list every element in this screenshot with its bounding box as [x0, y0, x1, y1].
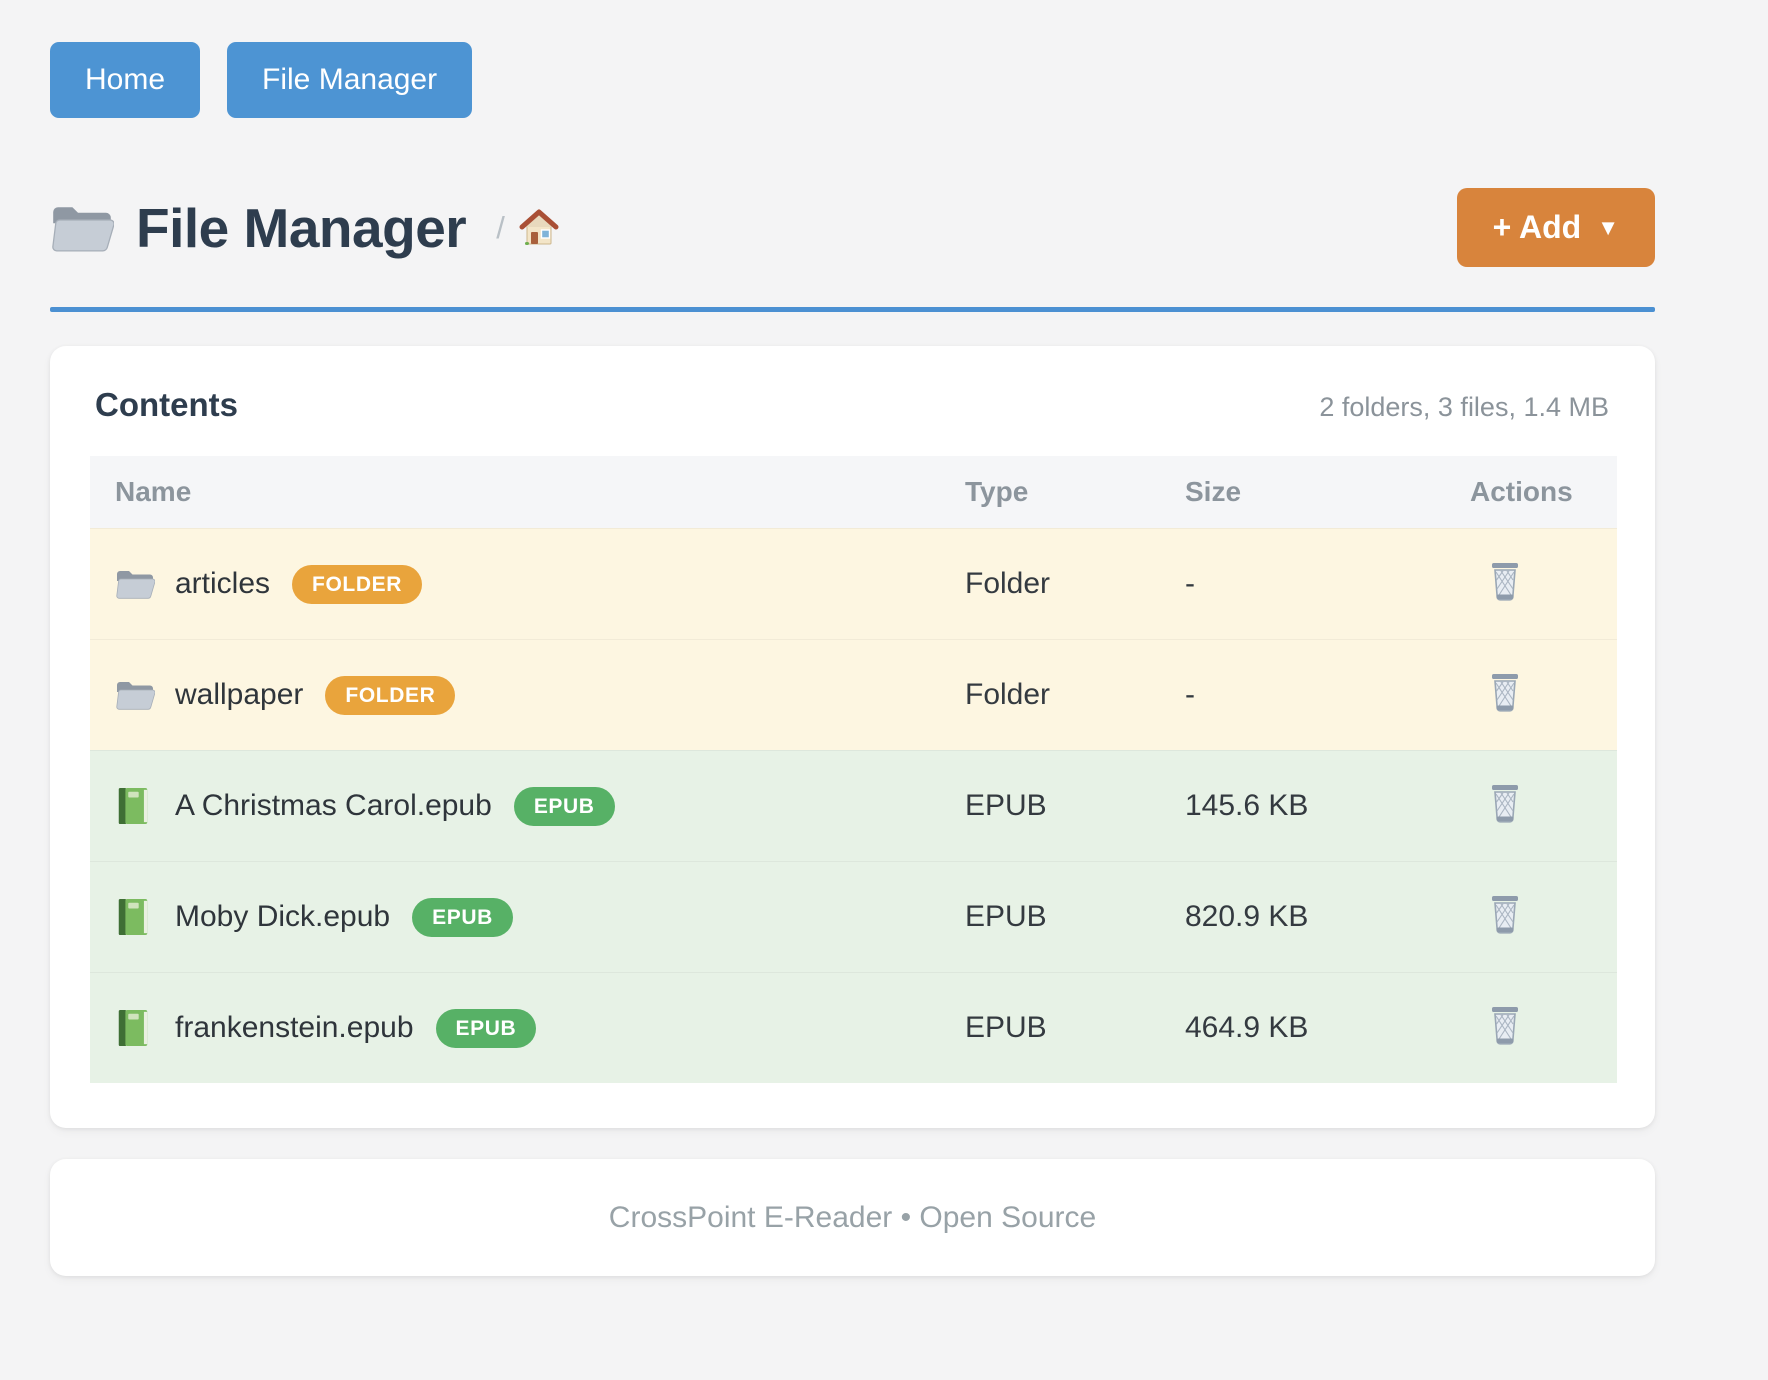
contents-card: Contents 2 folders, 3 files, 1.4 MB Name…: [50, 346, 1655, 1128]
book-icon: [115, 787, 155, 825]
file-type: EPUB: [965, 900, 1185, 934]
file-name: articles: [175, 567, 270, 601]
file-type: Folder: [965, 678, 1185, 712]
table-row[interactable]: frankenstein.epub EPUB EPUB 464.9 KB: [90, 972, 1617, 1083]
nav-file-manager-button[interactable]: File Manager: [227, 42, 472, 118]
file-type: EPUB: [965, 1011, 1185, 1045]
column-header-name: Name: [90, 476, 965, 508]
file-size: -: [1185, 567, 1470, 601]
file-name: frankenstein.epub: [175, 1011, 414, 1045]
file-type-badge: EPUB: [436, 1009, 537, 1048]
breadcrumb: /: [496, 208, 559, 248]
file-name: Moby Dick.epub: [175, 900, 390, 934]
breadcrumb-separator: /: [496, 210, 505, 246]
folder-icon: [115, 676, 155, 714]
wastebasket-icon: [1486, 894, 1524, 936]
wastebasket-icon: [1486, 672, 1524, 714]
page: Home File Manager File Manager / + Add ▼…: [50, 0, 1655, 1276]
delete-button[interactable]: [1482, 779, 1528, 829]
book-icon: [115, 898, 155, 936]
delete-button[interactable]: [1482, 668, 1528, 718]
file-type-badge: EPUB: [412, 898, 513, 937]
chevron-down-icon: ▼: [1597, 215, 1619, 241]
file-type-badge: EPUB: [514, 787, 615, 826]
file-type: Folder: [965, 567, 1185, 601]
add-button[interactable]: + Add ▼: [1457, 188, 1655, 267]
footer-text: CrossPoint E-Reader • Open Source: [609, 1201, 1096, 1235]
top-nav: Home File Manager: [50, 0, 1655, 118]
file-name: wallpaper: [175, 678, 303, 712]
add-button-label: + Add: [1493, 209, 1582, 246]
open-folder-icon: [50, 200, 114, 256]
wastebasket-icon: [1486, 561, 1524, 603]
header-divider: [50, 307, 1655, 312]
file-size: 820.9 KB: [1185, 900, 1470, 934]
file-size: -: [1185, 678, 1470, 712]
nav-home-button[interactable]: Home: [50, 42, 200, 118]
book-icon: [115, 1009, 155, 1047]
table-header-row: Name Type Size Actions: [90, 456, 1617, 528]
file-name: A Christmas Carol.epub: [175, 789, 492, 823]
column-header-size: Size: [1185, 476, 1470, 508]
delete-button[interactable]: [1482, 1001, 1528, 1051]
file-size: 464.9 KB: [1185, 1011, 1470, 1045]
contents-summary: 2 folders, 3 files, 1.4 MB: [1319, 392, 1609, 423]
table-row[interactable]: articles FOLDER Folder -: [90, 528, 1617, 639]
table-body: articles FOLDER Folder - wallpaper FOLDE…: [90, 528, 1617, 1083]
table-row[interactable]: A Christmas Carol.epub EPUB EPUB 145.6 K…: [90, 750, 1617, 861]
page-title: File Manager: [136, 196, 466, 260]
folder-icon: [115, 565, 155, 603]
column-header-type: Type: [965, 476, 1185, 508]
footer-card: CrossPoint E-Reader • Open Source: [50, 1159, 1655, 1276]
file-table: Name Type Size Actions articles FOLDER F…: [90, 456, 1617, 1083]
file-size: 145.6 KB: [1185, 789, 1470, 823]
wastebasket-icon: [1486, 783, 1524, 825]
breadcrumb-home-icon[interactable]: [519, 208, 559, 248]
table-row[interactable]: Moby Dick.epub EPUB EPUB 820.9 KB: [90, 861, 1617, 972]
file-type: EPUB: [965, 789, 1185, 823]
wastebasket-icon: [1486, 1005, 1524, 1047]
column-header-actions: Actions: [1470, 476, 1617, 508]
contents-title: Contents: [95, 386, 238, 424]
delete-button[interactable]: [1482, 890, 1528, 940]
table-row[interactable]: wallpaper FOLDER Folder -: [90, 639, 1617, 750]
page-header: File Manager / + Add ▼: [50, 188, 1655, 267]
file-type-badge: FOLDER: [325, 676, 455, 715]
delete-button[interactable]: [1482, 557, 1528, 607]
file-type-badge: FOLDER: [292, 565, 422, 604]
